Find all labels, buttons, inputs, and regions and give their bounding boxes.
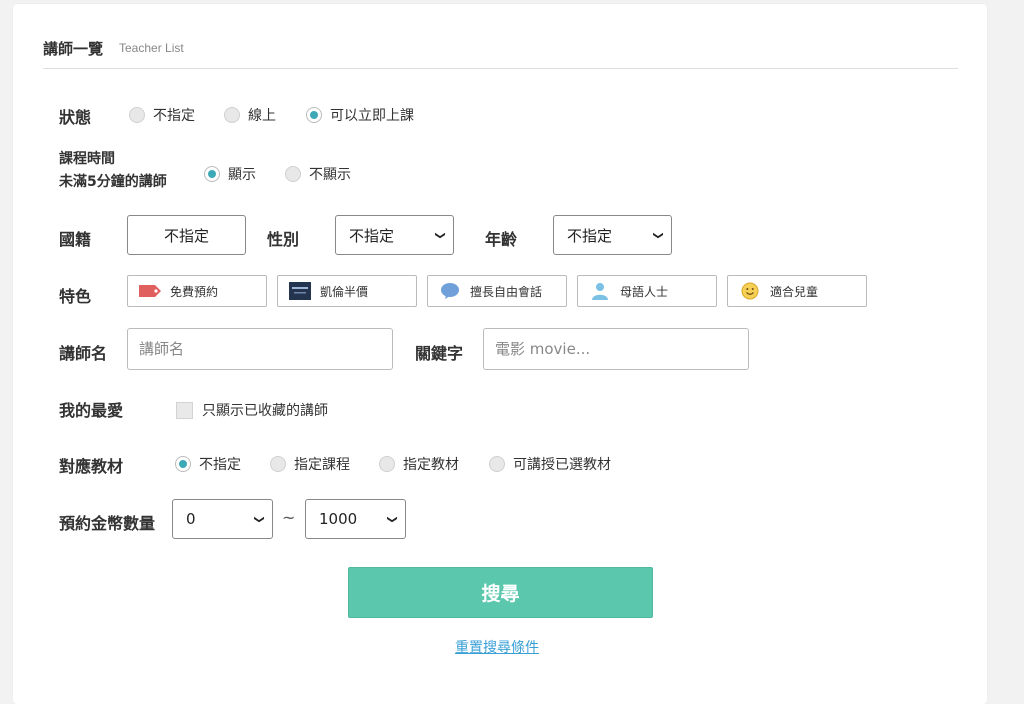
coins-max-select[interactable]: 1000 ❯ [305, 499, 406, 539]
coins-label: 預約金幣數量 [59, 514, 156, 533]
nationality-label: 國籍 [59, 230, 92, 249]
materials-option-selected-textbook[interactable]: 可講授已選教材 [489, 454, 611, 474]
radio-icon [489, 456, 505, 472]
coins-max-value: 1000 [319, 510, 358, 528]
radio-label: 指定課程 [294, 457, 350, 473]
feature-label: 適合兒童 [770, 284, 819, 299]
features-label: 特色 [59, 287, 92, 306]
radio-label: 指定教材 [403, 457, 459, 473]
teacher-name-input[interactable] [127, 328, 393, 370]
radio-label: 顯示 [228, 167, 256, 183]
feature-free-booking[interactable]: 免費預約 [127, 275, 267, 307]
lesson-time-label-line1: 課程時間 [59, 151, 115, 167]
range-separator: ~ [282, 508, 296, 527]
coins-min-select[interactable]: 0 ❯ [172, 499, 273, 539]
keyword-label: 關鍵字 [415, 344, 464, 363]
lesson-time-option-show[interactable]: 顯示 [204, 164, 256, 184]
status-label: 狀態 [59, 108, 92, 127]
status-option-available-now[interactable]: 可以立即上課 [306, 105, 414, 125]
radio-label: 不顯示 [309, 167, 351, 183]
tag-icon [138, 282, 162, 300]
materials-option-textbook[interactable]: 指定教材 [379, 454, 459, 474]
feature-label: 凱倫半價 [320, 284, 369, 299]
feature-free-conversation[interactable]: 擅長自由會話 [427, 275, 567, 307]
chevron-down-icon: ❯ [386, 515, 398, 524]
feature-kids-friendly[interactable]: 適合兒童 [727, 275, 867, 307]
nationality-value: 不指定 [163, 226, 209, 245]
checkbox-label: 只顯示已收藏的講師 [202, 403, 328, 419]
radio-label: 可講授已選教材 [513, 457, 611, 473]
radio-icon [270, 456, 286, 472]
speech-bubble-icon [438, 282, 462, 300]
feature-native-speaker[interactable]: 母語人士 [577, 275, 717, 307]
status-option-online[interactable]: 線上 [224, 105, 276, 125]
radio-icon [379, 456, 395, 472]
teacher-search-card: 講師一覽 Teacher List 狀態 不指定 線上 可以立即上課 課程時間 … [13, 4, 987, 704]
feature-label: 母語人士 [620, 284, 669, 299]
lesson-time-label-line2: 未滿5分鐘的講師 [59, 174, 167, 190]
chevron-down-icon: ❯ [434, 231, 446, 240]
radio-selected-icon [204, 166, 220, 182]
radio-label: 可以立即上課 [330, 108, 414, 124]
gender-select[interactable]: 不指定 ❯ [335, 215, 454, 255]
smiley-icon [738, 282, 762, 300]
radio-icon [129, 107, 145, 123]
lesson-time-option-hide[interactable]: 不顯示 [285, 164, 351, 184]
page-title: 講師一覽 [43, 40, 104, 58]
chevron-down-icon: ❯ [253, 515, 265, 524]
reset-filters-link[interactable]: 重置搜尋條件 [455, 637, 539, 657]
coins-min-value: 0 [186, 510, 196, 528]
card-header: 講師一覽 Teacher List [43, 34, 958, 69]
materials-option-any[interactable]: 不指定 [175, 454, 241, 474]
age-select[interactable]: 不指定 ❯ [553, 215, 672, 255]
radio-label: 不指定 [199, 457, 241, 473]
favorites-label: 我的最愛 [59, 401, 124, 420]
materials-option-course[interactable]: 指定課程 [270, 454, 350, 474]
teacher-name-label: 講師名 [59, 344, 108, 363]
search-button[interactable]: 搜尋 [348, 567, 653, 618]
nationality-selector[interactable]: 不指定 [127, 215, 246, 255]
status-option-any[interactable]: 不指定 [129, 105, 195, 125]
radio-label: 不指定 [153, 108, 195, 124]
feature-half-price[interactable]: 凱倫半價 [277, 275, 417, 307]
radio-selected-icon [175, 456, 191, 472]
radio-icon [224, 107, 240, 123]
age-label: 年齡 [485, 230, 518, 249]
feature-label: 擅長自由會話 [470, 284, 543, 299]
radio-icon [285, 166, 301, 182]
radio-label: 線上 [248, 108, 276, 124]
keyword-input[interactable] [483, 328, 749, 370]
checkbox-icon [176, 401, 193, 419]
radio-selected-icon [306, 107, 322, 123]
favorites-only-checkbox[interactable]: 只顯示已收藏的講師 [176, 400, 328, 420]
materials-label: 對應教材 [59, 457, 124, 476]
feature-label: 免費預約 [170, 284, 219, 299]
person-icon [588, 282, 612, 300]
gender-label: 性別 [267, 230, 300, 249]
book-cover-icon [288, 282, 312, 300]
chevron-down-icon: ❯ [652, 231, 664, 240]
age-value: 不指定 [567, 226, 613, 245]
gender-value: 不指定 [349, 226, 395, 245]
page-subtitle: Teacher List [119, 41, 184, 55]
